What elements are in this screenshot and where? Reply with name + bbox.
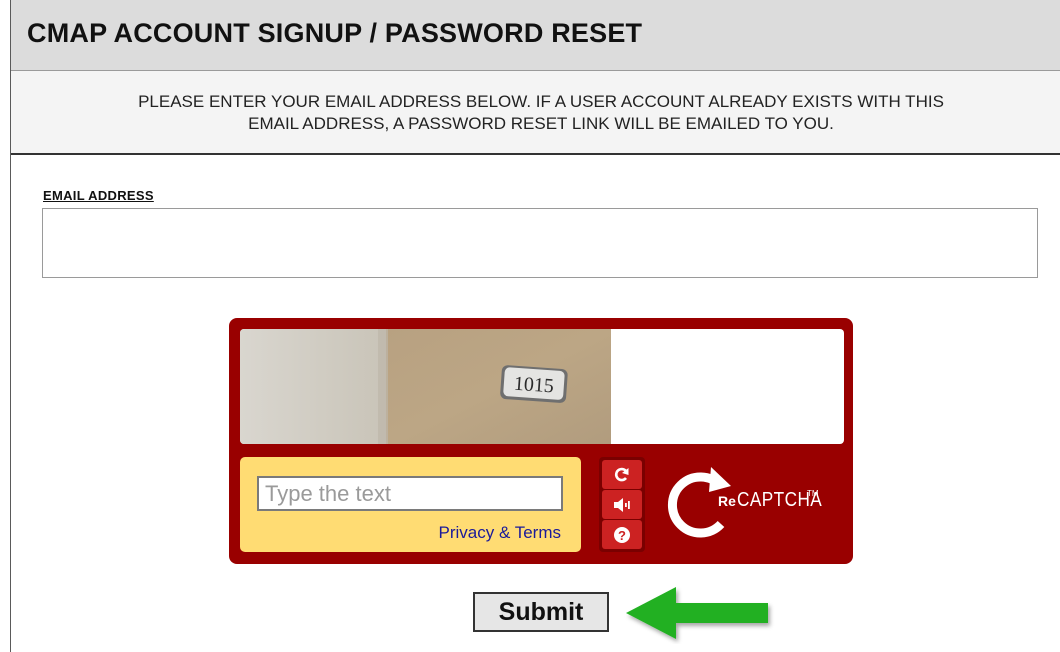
recaptcha-re-text: Re	[718, 493, 736, 509]
captcha-input-box: Privacy & Terms	[240, 457, 581, 552]
page-header: CMAP ACCOUNT SIGNUP / PASSWORD RESET	[11, 0, 1060, 71]
captcha-image-text: 1015	[513, 373, 554, 398]
captcha-refresh-button[interactable]	[602, 460, 642, 489]
captcha-help-button[interactable]: ?	[602, 520, 642, 549]
signup-page: CMAP ACCOUNT SIGNUP / PASSWORD RESET PLE…	[0, 0, 1060, 652]
submit-button[interactable]: Submit	[473, 592, 609, 632]
audio-icon	[614, 497, 630, 512]
arrow-icon	[626, 587, 768, 639]
privacy-terms-link[interactable]: Privacy & Terms	[439, 523, 562, 543]
captcha-text-input[interactable]	[257, 476, 563, 511]
captcha-image-area: 1015	[240, 329, 844, 444]
recaptcha-widget: 1015 Privacy & Terms	[229, 318, 853, 564]
email-input[interactable]	[42, 208, 1038, 278]
help-icon: ?	[614, 526, 630, 543]
svg-text:?: ?	[618, 528, 626, 543]
green-arrow-annotation	[626, 587, 768, 639]
instructions-text: PLEASE ENTER YOUR EMAIL ADDRESS BELOW. I…	[138, 92, 944, 133]
instructions-panel: PLEASE ENTER YOUR EMAIL ADDRESS BELOW. I…	[11, 71, 1060, 155]
refresh-icon	[614, 467, 629, 481]
captcha-image: 1015	[240, 329, 611, 444]
recaptcha-tm-text: TM	[807, 489, 819, 498]
captcha-button-column: ?	[599, 457, 645, 552]
page-title: CMAP ACCOUNT SIGNUP / PASSWORD RESET	[27, 18, 643, 48]
recaptcha-logo: Re CAPTCHA TM	[659, 458, 839, 553]
captcha-audio-button[interactable]	[602, 490, 642, 519]
captcha-photo-svg: 1015	[240, 329, 611, 444]
email-label: EMAIL ADDRESS	[43, 188, 154, 203]
